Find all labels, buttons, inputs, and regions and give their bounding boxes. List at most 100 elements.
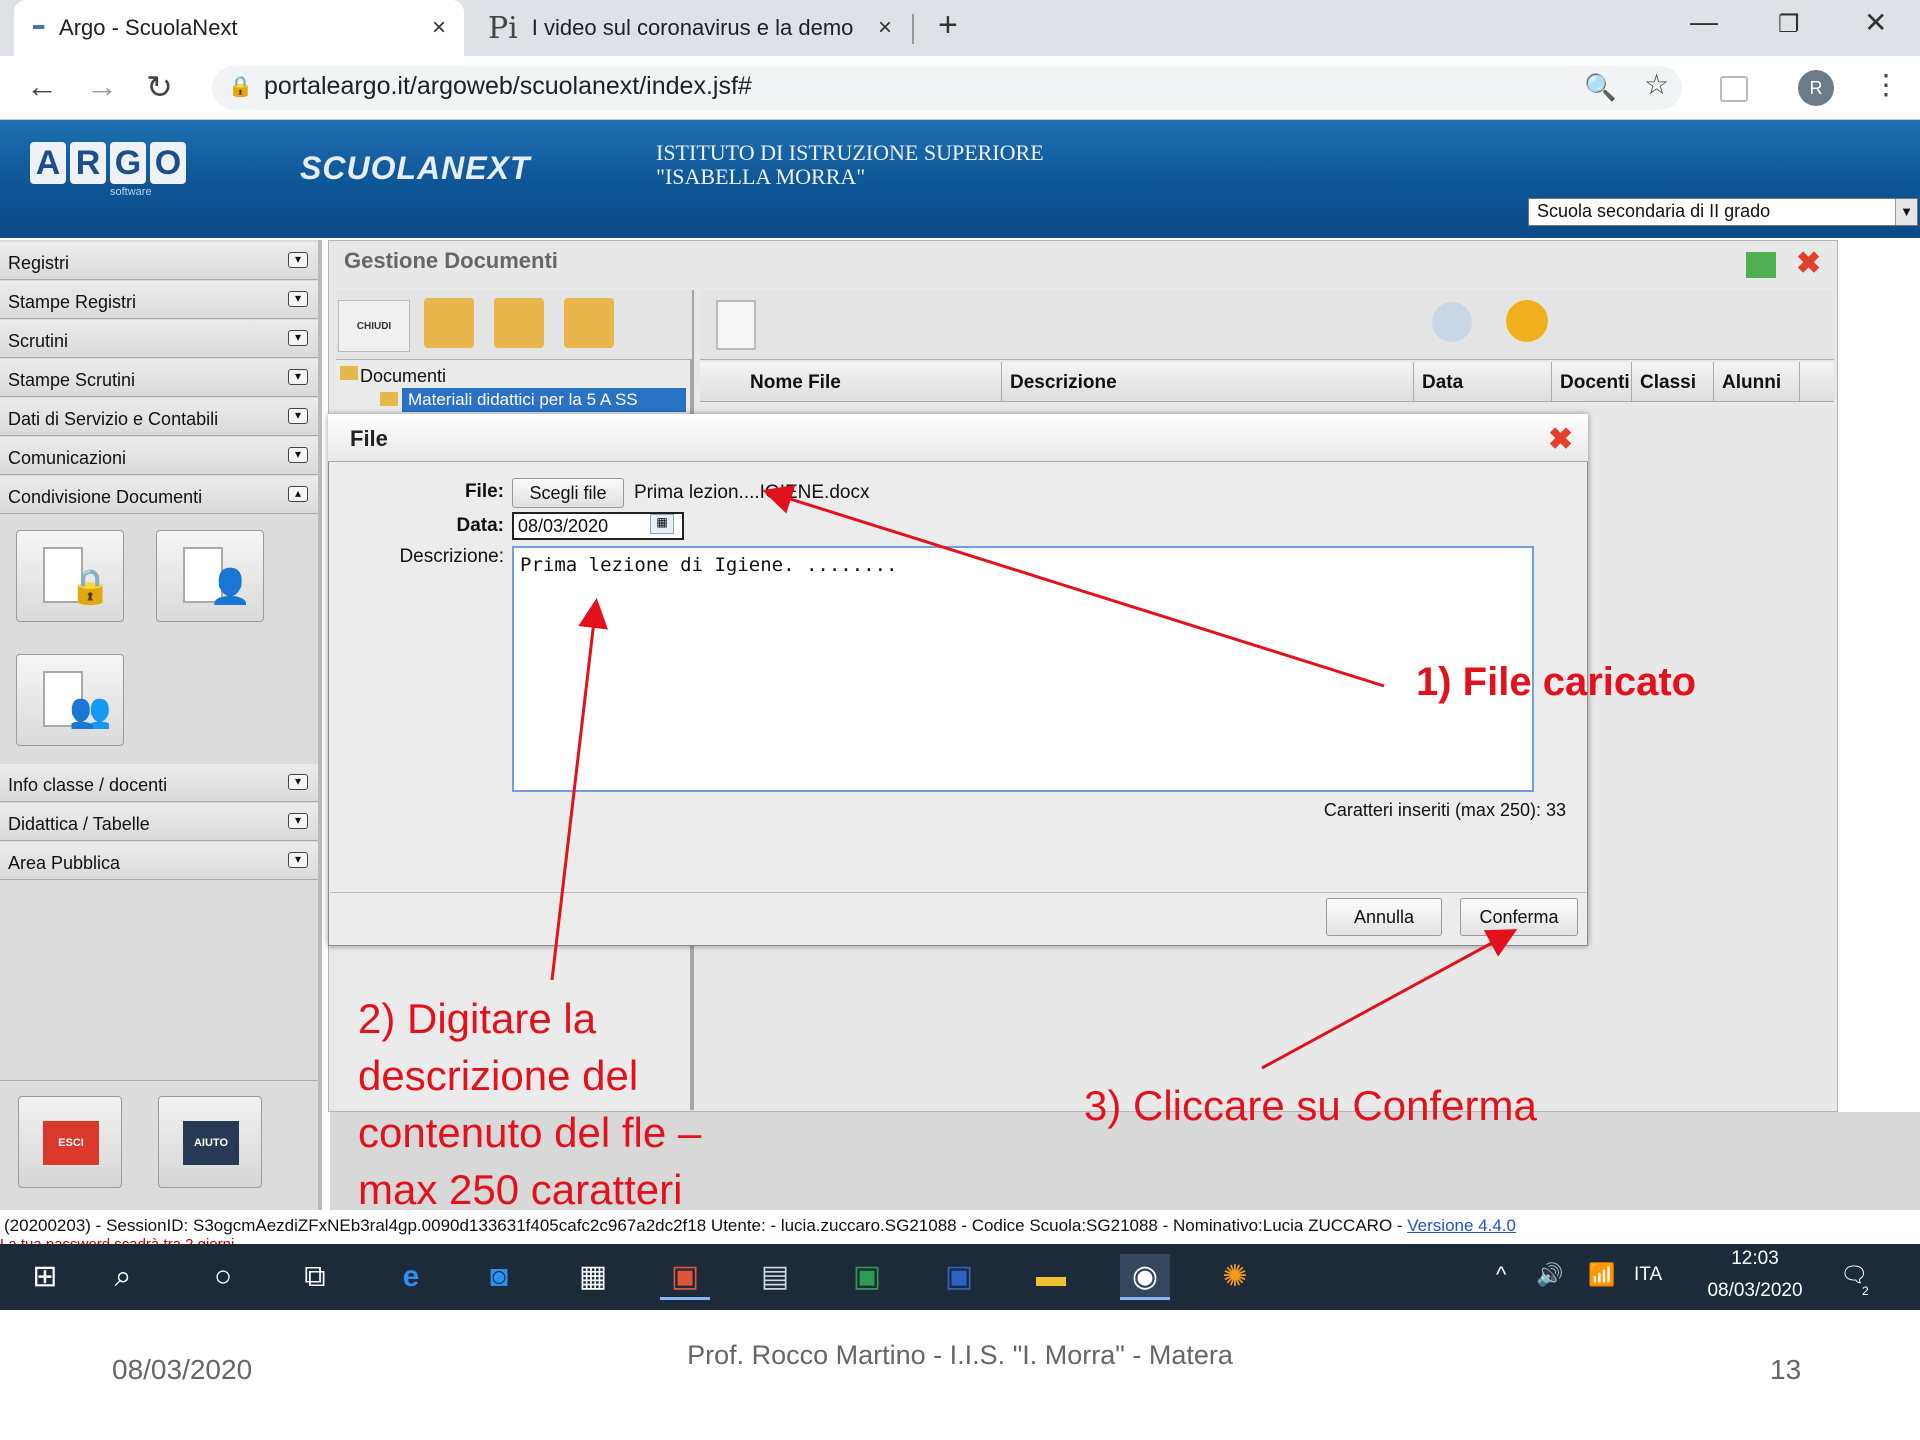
close-tab-icon[interactable]: × bbox=[878, 14, 892, 42]
chevron-down-icon[interactable]: ▼ bbox=[1895, 199, 1917, 225]
clock-time[interactable]: 12:03 bbox=[1690, 1248, 1820, 1270]
collapse-toggle-icon[interactable]: ▾ bbox=[288, 291, 308, 307]
sidebar-item-stampe-registri[interactable]: Stampe Registri ▾ bbox=[0, 281, 318, 319]
restore-icon[interactable]: ❐ bbox=[1778, 10, 1800, 39]
chrome-icon[interactable]: ◉ bbox=[1120, 1254, 1170, 1300]
close-panel-icon[interactable]: ✖ bbox=[1796, 246, 1821, 281]
sidebar-item-info-classe[interactable]: Info classe / docenti ▾ bbox=[0, 764, 318, 802]
close-window-icon[interactable]: ✕ bbox=[1864, 6, 1887, 39]
sidebar-item-scrutini[interactable]: Scrutini ▾ bbox=[0, 320, 318, 358]
close-button[interactable]: CHIUDI bbox=[338, 300, 410, 352]
column-header-docenti[interactable]: Docenti bbox=[1552, 362, 1632, 402]
description-textarea[interactable]: Prima lezione di Igiene. ........ bbox=[512, 546, 1534, 792]
url-text[interactable]: portaleargo.it/argoweb/scuolanext/index.… bbox=[264, 72, 752, 101]
settings-app-icon[interactable]: ✺ bbox=[1210, 1254, 1260, 1300]
edge-browser-icon[interactable]: e bbox=[386, 1254, 436, 1300]
minimize-icon[interactable]: — bbox=[1690, 6, 1718, 38]
lightbulb-icon[interactable] bbox=[1506, 300, 1548, 342]
excel-icon[interactable]: ▣ bbox=[842, 1254, 892, 1300]
collapse-toggle-icon[interactable]: ▾ bbox=[288, 774, 308, 790]
sidebar-item-stampe-scrutini[interactable]: Stampe Scrutini ▾ bbox=[0, 359, 318, 397]
cortana-icon[interactable]: ○ bbox=[198, 1254, 248, 1300]
document-group-button[interactable]: 👥 bbox=[16, 654, 124, 746]
collapse-toggle-icon[interactable]: ▴ bbox=[288, 486, 308, 502]
search-icon[interactable]: ⌕ bbox=[98, 1254, 148, 1300]
confirm-button[interactable]: Conferma bbox=[1460, 898, 1578, 936]
collapse-toggle-icon[interactable]: ▾ bbox=[288, 447, 308, 463]
dialog-close-icon[interactable]: ✖ bbox=[1548, 422, 1573, 457]
column-header-classi[interactable]: Classi bbox=[1632, 362, 1714, 402]
info-icon[interactable] bbox=[1432, 302, 1472, 342]
task-view-icon[interactable]: ⧉ bbox=[290, 1254, 340, 1300]
column-header-nome-file[interactable]: Nome File bbox=[742, 362, 1002, 402]
new-tab-button[interactable]: + bbox=[938, 6, 958, 45]
help-label: AIUTO bbox=[183, 1121, 239, 1165]
windows-start-icon[interactable]: ⊞ bbox=[20, 1254, 70, 1300]
add-folder-icon[interactable] bbox=[424, 298, 474, 348]
version-link[interactable]: Versione 4.4.0 bbox=[1407, 1216, 1516, 1235]
powerpoint-icon[interactable]: ▣ bbox=[660, 1254, 710, 1300]
collapse-toggle-icon[interactable]: ▾ bbox=[288, 252, 308, 268]
delete-folder-icon[interactable] bbox=[564, 298, 614, 348]
calculator-icon[interactable]: ▦ bbox=[568, 1254, 618, 1300]
tray-chevron-icon[interactable]: ^ bbox=[1496, 1262, 1506, 1288]
exit-button[interactable]: ESCI bbox=[18, 1096, 122, 1188]
close-tab-icon[interactable]: × bbox=[432, 14, 446, 42]
app-name: SCUOLANEXT bbox=[300, 150, 531, 186]
browser-tab-pinterest[interactable]: Pi I video sul coronavirus e la demo × bbox=[470, 0, 910, 56]
calendar-icon[interactable]: ▦ bbox=[650, 514, 674, 534]
zoom-icon[interactable]: 🔍 bbox=[1584, 72, 1616, 103]
document-users-button[interactable]: 👤 bbox=[156, 530, 264, 622]
new-file-icon[interactable] bbox=[716, 300, 756, 350]
status-bar: (20200203) - SessionID: S3ogcmAezdiZFxNE… bbox=[0, 1210, 1920, 1244]
column-header-alunni[interactable]: Alunni bbox=[1714, 362, 1800, 402]
tree-item-selected[interactable]: Materiali didattici per la 5 A SS bbox=[402, 388, 686, 412]
choose-file-button[interactable]: Scegli file bbox=[512, 478, 624, 508]
sidebar-item-label: Comunicazioni bbox=[8, 448, 127, 468]
bookmark-star-icon[interactable]: ☆ bbox=[1644, 68, 1669, 101]
extension-icon[interactable] bbox=[1720, 76, 1748, 102]
character-counter: Caratteri inseriti (max 250): 33 bbox=[1323, 800, 1566, 820]
folder-icon bbox=[340, 366, 358, 380]
forward-icon[interactable]: → bbox=[86, 68, 118, 105]
column-header-descrizione[interactable]: Descrizione bbox=[1002, 362, 1414, 402]
sidebar-item-condivisione-documenti[interactable]: Condivisione Documenti ▴ bbox=[0, 476, 318, 514]
media-app-icon[interactable]: ◙ bbox=[474, 1254, 524, 1300]
reload-icon[interactable]: ↻ bbox=[146, 68, 173, 106]
collapse-toggle-icon[interactable]: ▾ bbox=[288, 852, 308, 868]
edit-folder-icon[interactable] bbox=[494, 298, 544, 348]
help-button[interactable]: AIUTO bbox=[158, 1096, 262, 1188]
sidebar-item-comunicazioni[interactable]: Comunicazioni ▾ bbox=[0, 437, 318, 475]
tree-root[interactable]: Documenti bbox=[360, 366, 446, 387]
column-header-data[interactable]: Data bbox=[1414, 362, 1552, 402]
sidebar-item-registri[interactable]: Registri ▾ bbox=[0, 242, 318, 280]
logo-subtitle: software bbox=[110, 186, 152, 198]
sidebar-item-area-pubblica[interactable]: Area Pubblica ▾ bbox=[0, 842, 318, 880]
sidebar-item-didattica[interactable]: Didattica / Tabelle ▾ bbox=[0, 803, 318, 841]
browser-tab-argo[interactable]: ▪▪▪ Argo - ScuolaNext × bbox=[14, 0, 464, 56]
back-icon[interactable]: ← bbox=[26, 68, 58, 105]
file-explorer-icon[interactable]: ▬ bbox=[1026, 1254, 1076, 1300]
profile-avatar[interactable]: R bbox=[1798, 70, 1834, 106]
lock-icon[interactable]: 🔒 bbox=[228, 74, 253, 99]
keyboard-language[interactable]: ITA bbox=[1634, 1264, 1662, 1286]
collapse-toggle-icon[interactable]: ▾ bbox=[288, 813, 308, 829]
slide-date: 08/03/2020 bbox=[112, 1354, 253, 1385]
cancel-button[interactable]: Annulla bbox=[1326, 898, 1442, 936]
collapse-toggle-icon[interactable]: ▾ bbox=[288, 369, 308, 385]
volume-icon[interactable]: 🔊 bbox=[1536, 1262, 1563, 1288]
sidebar-item-label: Stampe Registri bbox=[8, 292, 137, 312]
expand-icon[interactable] bbox=[1746, 252, 1776, 278]
collapse-toggle-icon[interactable]: ▾ bbox=[288, 408, 308, 424]
menu-kebab-icon[interactable]: ⋮ bbox=[1872, 68, 1900, 101]
word-icon[interactable]: ▣ bbox=[934, 1254, 984, 1300]
clock-date[interactable]: 08/03/2020 bbox=[1690, 1280, 1820, 1302]
reader-app-icon[interactable]: ▤ bbox=[750, 1254, 800, 1300]
collapse-toggle-icon[interactable]: ▾ bbox=[288, 330, 308, 346]
sidebar-item-dati-servizio[interactable]: Dati di Servizio e Contabili ▾ bbox=[0, 398, 318, 436]
document-lock-button[interactable]: 🔒 bbox=[16, 530, 124, 622]
wifi-icon[interactable]: 📶 bbox=[1588, 1262, 1615, 1288]
institute-line-2: "ISABELLA MORRA" bbox=[656, 164, 866, 189]
logo-letter: G bbox=[110, 142, 146, 184]
school-type-select[interactable]: Scuola secondaria di II grado ▼ bbox=[1528, 198, 1918, 226]
